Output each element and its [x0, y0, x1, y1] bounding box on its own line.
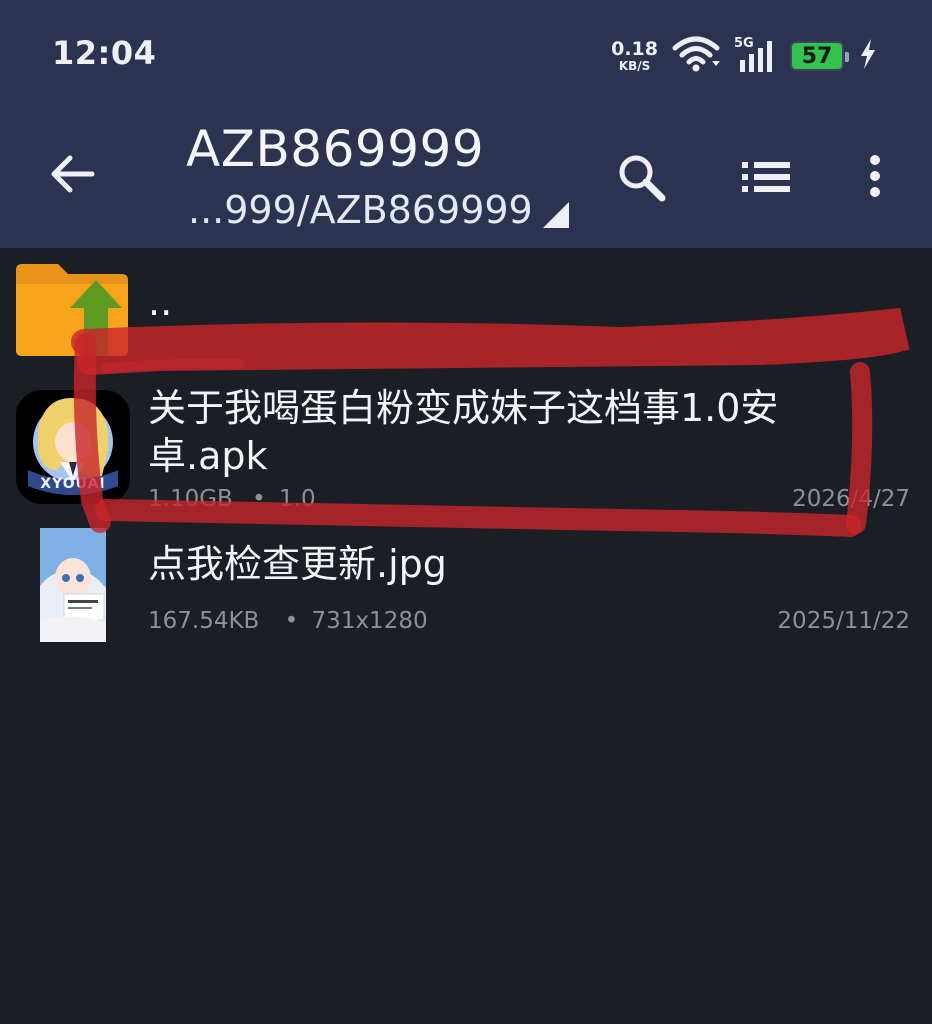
list-view-icon [742, 162, 790, 192]
charging-bolt-icon [858, 38, 878, 74]
file-name: 点我检查更新.jpg [148, 542, 447, 586]
empty-list-area [0, 648, 932, 1024]
battery-icon: 57 [790, 41, 849, 71]
network-speed-unit: KB/S [618, 59, 651, 73]
meta-separator: • [284, 608, 299, 634]
path-selector[interactable]: ...999/AZB869999 [188, 188, 569, 232]
list-item-jpg[interactable]: 点我检查更新.jpg 167.54KB • 731x1280 2025/11/2… [0, 248, 932, 648]
wifi-icon [672, 36, 720, 76]
back-arrow-icon [51, 155, 95, 193]
file-size: 167.54KB [148, 608, 260, 634]
file-list: .. XYOUAI 关于我喝蛋白粉变成妹子这档事1.0安卓.apk 1.10GB… [0, 248, 932, 648]
status-icons: 0.18 KB/S 5G 57 [611, 36, 878, 76]
network-speed-value: 0.18 [611, 38, 658, 60]
search-icon [619, 155, 666, 202]
image-dimensions: 731x1280 [311, 608, 428, 634]
file-date: 2025/11/22 [777, 608, 910, 634]
network-speed: 0.18 KB/S [611, 38, 658, 73]
back-button[interactable] [48, 150, 96, 198]
cellular-signal-icon: 5G [734, 36, 776, 74]
status-time: 12:04 [52, 34, 157, 72]
more-vert-icon [870, 155, 880, 197]
more-options-button[interactable] [862, 150, 888, 206]
app-top-bar: 12:04 0.18 KB/S 5G 57 AZB869999 ...999/A… [0, 0, 932, 248]
file-meta: 167.54KB • 731x1280 [148, 608, 428, 634]
search-button[interactable] [614, 150, 670, 206]
current-path: ...999/AZB869999 [188, 188, 533, 232]
image-thumbnail [40, 528, 106, 642]
folder-title: AZB869999 [186, 120, 485, 178]
path-dropdown-triangle-icon [542, 202, 569, 228]
view-mode-button[interactable] [740, 154, 794, 200]
